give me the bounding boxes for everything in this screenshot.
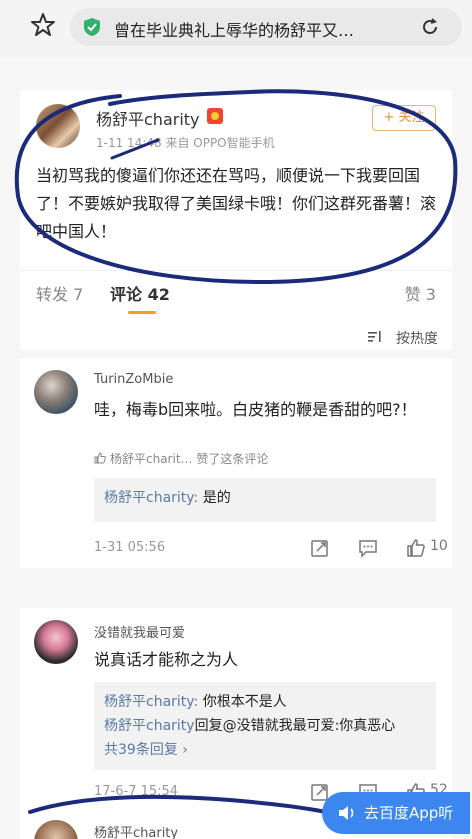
address-bar[interactable]: 曾在毕业典礼上辱华的杨舒平又… <box>70 8 462 46</box>
share-icon[interactable] <box>310 538 330 558</box>
reply-username[interactable]: 杨舒平charity <box>104 718 195 734</box>
more-replies-link[interactable]: 共39条回复 › <box>104 738 426 762</box>
sort-icon[interactable] <box>368 331 382 343</box>
tab-comments[interactable]: 评论 42 <box>110 281 170 305</box>
active-tab-indicator <box>128 311 156 314</box>
reply-line: 杨舒平charity: 你根本不是人 <box>104 690 426 714</box>
post-meta: 1-11 14:48 来自 OPPO智能手机 <box>96 136 275 150</box>
post-tabs: 转发 7 评论 42 赞 3 <box>20 270 452 318</box>
reply-line: 杨舒平charity回复@没错就我最可爱:你真恶心 <box>104 714 426 738</box>
post-username[interactable]: 杨舒平charity <box>96 106 200 130</box>
comment-username[interactable]: 杨舒平charity <box>94 822 178 839</box>
comment-date: 1-31 05:56 <box>94 540 166 555</box>
liked-by-text: 杨舒平charit… 赞了这条评论 <box>110 452 269 466</box>
reply-text: 你根本不是人 <box>198 694 287 710</box>
comment-icon[interactable] <box>358 538 378 558</box>
tab-repost[interactable]: 转发 7 <box>36 281 83 305</box>
sort-by-hot[interactable]: 按热度 <box>396 328 438 348</box>
star-icon[interactable] <box>30 12 56 38</box>
reply-box[interactable]: 杨舒平charity: 是的 <box>94 478 436 522</box>
avatar[interactable] <box>34 620 78 664</box>
tab-likes[interactable]: 赞 3 <box>405 281 436 305</box>
comment-username[interactable]: TurinZoMbie <box>94 372 173 387</box>
sort-bar: 按热度 <box>20 320 452 356</box>
open-baidu-app-button[interactable]: 去百度App听 <box>322 792 470 834</box>
avatar[interactable] <box>34 820 78 839</box>
page-title: 曾在毕业典礼上辱华的杨舒平又… <box>114 21 355 40</box>
liked-by-author: 杨舒平charit… 赞了这条评论 <box>94 450 268 467</box>
follow-button[interactable]: + 关注 <box>372 105 436 131</box>
reply-box[interactable]: 杨舒平charity: 你根本不是人 杨舒平charity回复@没错就我最可爱:… <box>94 682 436 770</box>
speaker-icon <box>339 806 354 820</box>
comment-item: TurinZoMbie 哇，梅毒b回来啦。白皮猪的鞭是香甜的吧?！ 杨舒平cha… <box>20 358 452 568</box>
thumb-up-icon <box>94 452 106 464</box>
comment-text: 说真话才能称之为人 <box>94 650 239 669</box>
thumb-up-icon[interactable] <box>406 538 426 558</box>
comment-text: 哇，梅毒b回来啦。白皮猪的鞭是香甜的吧?！ <box>94 400 417 419</box>
avatar[interactable] <box>34 370 78 414</box>
reply-text: 是的 <box>198 490 231 506</box>
post-text: 当初骂我的傻逼们你还还在骂吗，顺便说一下我要回国了！不要嫉妒我取得了美国绿卡哦！… <box>36 166 437 241</box>
vip-badge-icon <box>207 108 223 124</box>
avatar[interactable] <box>36 104 80 148</box>
comment-date: 17-6-7 15:54 <box>94 784 179 799</box>
page-content: 杨舒平charity 1-11 14:48 来自 OPPO智能手机 + 关注 当… <box>0 58 472 839</box>
comment-item: 没错就我最可爱 说真话才能称之为人 杨舒平charity: 你根本不是人 杨舒平… <box>20 608 452 808</box>
comment-username[interactable]: 没错就我最可爱 <box>94 622 185 641</box>
reply-text: 回复@没错就我最可爱:你真恶心 <box>194 718 396 734</box>
app-button-label: 去百度App听 <box>364 804 454 822</box>
like-count: 10 <box>430 538 448 554</box>
reply-username[interactable]: 杨舒平charity: <box>104 490 198 506</box>
browser-toolbar: 曾在毕业典礼上辱华的杨舒平又… <box>0 0 472 58</box>
shield-check-icon <box>84 18 100 36</box>
reply-username[interactable]: 杨舒平charity: <box>104 694 198 710</box>
reload-icon[interactable] <box>420 17 440 37</box>
